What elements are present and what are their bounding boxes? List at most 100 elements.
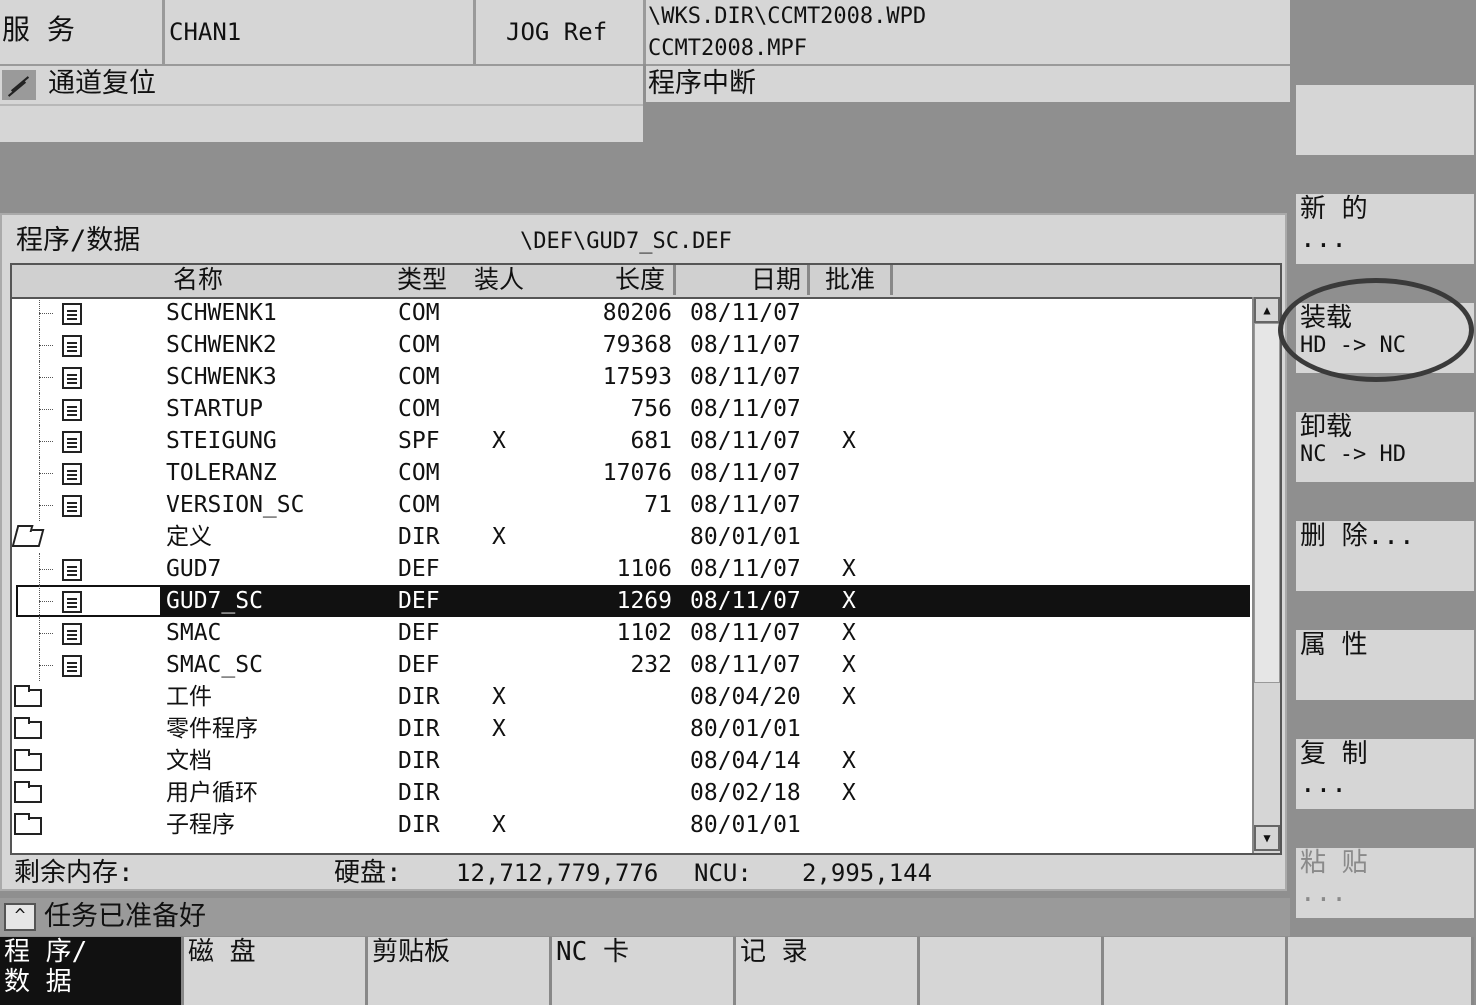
file-icon xyxy=(62,495,82,517)
cell-type: DIR xyxy=(398,748,440,774)
scroll-thumb[interactable] xyxy=(1254,323,1280,683)
cell-name: SCHWENK2 xyxy=(166,332,277,358)
tree-branch xyxy=(39,601,53,602)
table-row-selected[interactable]: GUD7_SC DEF 1269 08/11/07 X xyxy=(12,585,1250,617)
cell-name: 用户循环 xyxy=(166,780,258,806)
bottom-key-nc-card[interactable]: NC 卡 xyxy=(552,937,736,1005)
file-icon xyxy=(62,655,82,677)
cell-type: DIR xyxy=(398,780,440,806)
softkey-paste[interactable]: 粘 贴... xyxy=(1296,848,1474,918)
cell-date: 08/11/07 xyxy=(690,588,801,614)
folder-icon xyxy=(14,781,42,803)
program-data-window: 程序/数据 \DEF\GUD7_SC.DEF 名称 类型 装人 长度 日期 批准… xyxy=(0,213,1287,891)
softkey-new[interactable]: 新 的... xyxy=(1296,194,1474,264)
softkey-1[interactable] xyxy=(1296,85,1474,155)
cell-type: DIR xyxy=(398,812,440,838)
tree-branch xyxy=(39,409,53,410)
cell-name: STEIGUNG xyxy=(166,428,277,454)
table-row[interactable]: SCHWENK3 COM 17593 08/11/07 xyxy=(12,361,1250,393)
tree-branch xyxy=(39,441,53,442)
cell-enabled: X xyxy=(842,684,856,710)
cell-date: 08/04/20 xyxy=(690,684,801,710)
cell-type: DEF xyxy=(398,556,440,582)
cell-length: 1106 xyxy=(616,556,672,582)
cell-type: COM xyxy=(398,332,440,358)
bottom-key-program-data[interactable]: 程 序/数 据 xyxy=(0,937,184,1005)
table-row[interactable]: SCHWENK2 COM 79368 08/11/07 xyxy=(12,329,1250,361)
cell-loaded: X xyxy=(492,524,506,550)
program-path-line2: CCMT2008.MPF xyxy=(648,36,807,61)
bottom-key-7[interactable] xyxy=(1104,937,1288,1005)
table-row[interactable]: STARTUP COM 756 08/11/07 xyxy=(12,393,1250,425)
bottom-key-6[interactable] xyxy=(920,937,1104,1005)
channel-status-bar: 通道复位 xyxy=(0,64,643,104)
tree-branch xyxy=(39,569,53,570)
bottom-key-disk[interactable]: 磁 盘 xyxy=(184,937,368,1005)
table-row[interactable]: SMAC_SC DEF 232 08/11/07 X xyxy=(12,649,1250,681)
cell-type: DEF xyxy=(398,652,440,678)
tree-branch xyxy=(39,377,53,378)
folder-open-icon xyxy=(12,529,45,547)
cell-date: 08/11/07 xyxy=(690,620,801,646)
bottom-key-log[interactable]: 记 录 xyxy=(736,937,920,1005)
cell-loaded: X xyxy=(492,812,506,838)
cell-date: 80/01/01 xyxy=(690,524,801,550)
recall-icon[interactable]: ^ xyxy=(4,903,36,931)
softkey-properties[interactable]: 属 性 xyxy=(1296,630,1474,700)
table-row[interactable]: SMAC DEF 1102 08/11/07 X xyxy=(12,617,1250,649)
cell-type: DIR xyxy=(398,524,440,550)
table-row[interactable]: SCHWENK1 COM 80206 08/11/07 xyxy=(12,297,1250,329)
table-row[interactable]: 用户循环 DIR 08/02/18 X xyxy=(12,777,1250,809)
operating-mode: JOG Ref xyxy=(506,18,608,46)
table-row[interactable]: 子程序 DIR X 80/01/01 xyxy=(12,809,1250,841)
tree-branch xyxy=(39,313,53,314)
file-icon xyxy=(62,431,82,453)
cell-type: COM xyxy=(398,364,440,390)
column-header-row: 名称 类型 装人 长度 日期 批准 xyxy=(12,265,1280,299)
file-icon xyxy=(62,303,82,325)
softkey-copy[interactable]: 复 制... xyxy=(1296,739,1474,809)
table-row[interactable]: TOLERANZ COM 17076 08/11/07 xyxy=(12,457,1250,489)
bottom-key-label-1: 程 序/ xyxy=(4,937,88,967)
cell-name: 工件 xyxy=(166,684,212,710)
column-header-length[interactable]: 长度 xyxy=(538,265,676,295)
bottom-key-clipboard[interactable]: 剪贴板 xyxy=(368,937,552,1005)
table-row[interactable]: 工件 DIR X 08/04/20 X xyxy=(12,681,1250,713)
column-header-enabled[interactable]: 批准 xyxy=(810,265,893,295)
cell-length: 79368 xyxy=(602,332,672,358)
softkey-unload-nc-to-hd[interactable]: 卸载 NC -> HD xyxy=(1296,412,1474,482)
window-title: 程序/数据 xyxy=(16,225,141,256)
scroll-down-button[interactable]: ▼ xyxy=(1254,825,1280,851)
table-row[interactable]: 文档 DIR 08/04/14 X xyxy=(12,745,1250,777)
column-header-type[interactable]: 类型 xyxy=(384,265,463,295)
column-header-date[interactable]: 日期 xyxy=(676,265,810,295)
column-header-loaded[interactable]: 装人 xyxy=(460,265,541,295)
file-icon xyxy=(62,399,82,421)
cell-date: 08/11/07 xyxy=(690,396,801,422)
current-path: \DEF\GUD7_SC.DEF xyxy=(520,229,732,254)
table-row[interactable]: GUD7 DEF 1106 08/11/07 X xyxy=(12,553,1250,585)
table-row[interactable]: STEIGUNG SPF X 681 08/11/07 X xyxy=(12,425,1250,457)
bottom-key-8[interactable] xyxy=(1288,937,1474,1005)
cell-type: DEF xyxy=(398,620,440,646)
softkey-delete[interactable]: 删 除... xyxy=(1296,521,1474,591)
cell-name: TOLERANZ xyxy=(166,460,277,486)
channel-status: 通道复位 xyxy=(48,68,156,99)
channel-name: CHAN1 xyxy=(169,18,242,46)
cell-length: 232 xyxy=(630,652,672,678)
column-header-name[interactable]: 名称 xyxy=(12,265,387,295)
cell-name: 子程序 xyxy=(166,812,235,838)
vertical-scrollbar[interactable]: ▲ ▼ xyxy=(1252,297,1280,853)
tree-branch xyxy=(39,345,53,346)
program-status-bar: 程序中断 xyxy=(646,64,1290,102)
cell-name: SCHWENK3 xyxy=(166,364,277,390)
scroll-up-button[interactable]: ▲ xyxy=(1254,297,1280,323)
cell-name: STARTUP xyxy=(166,396,263,422)
ncu-label: NCU: xyxy=(694,859,752,887)
table-row[interactable]: VERSION_SC COM 71 08/11/07 xyxy=(12,489,1250,521)
message-line: ^ 任务已准备好 xyxy=(0,898,1290,936)
table-row[interactable]: 定义 DIR X 80/01/01 xyxy=(12,521,1250,553)
tree-branch xyxy=(39,633,53,634)
cell-type: COM xyxy=(398,460,440,486)
table-row[interactable]: 零件程序 DIR X 80/01/01 xyxy=(12,713,1250,745)
